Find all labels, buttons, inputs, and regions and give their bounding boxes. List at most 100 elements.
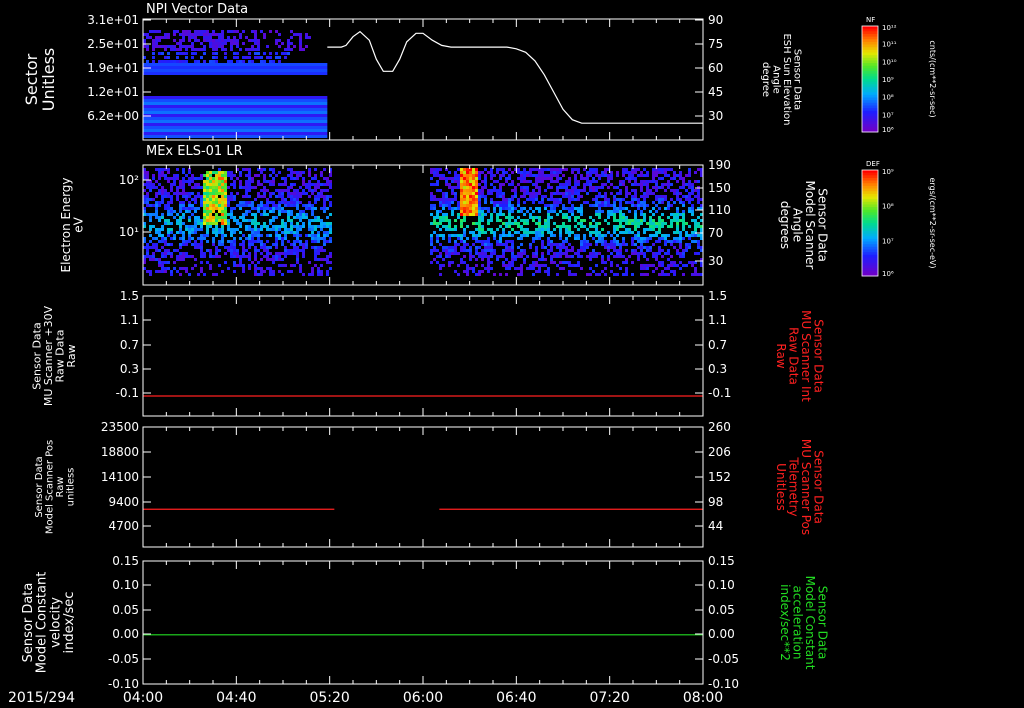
- heatmap-cell: [445, 183, 448, 186]
- heatmap-cell: [161, 201, 164, 204]
- heatmap-cell: [505, 264, 508, 267]
- heatmap-cell: [215, 228, 218, 231]
- heatmap-cell: [293, 249, 296, 252]
- heatmap-cell: [224, 207, 227, 210]
- heatmap-cell: [568, 255, 571, 258]
- heatmap-cell: [529, 246, 532, 249]
- heatmap-cell: [523, 219, 526, 222]
- heatmap-cell: [197, 219, 200, 222]
- heatmap-cell: [251, 30, 254, 33]
- heatmap-cell: [442, 174, 445, 177]
- heatmap-cell: [463, 246, 466, 249]
- heatmap-cell: [631, 189, 634, 192]
- heatmap-cell: [553, 180, 556, 183]
- heatmap-cell: [475, 264, 478, 267]
- heatmap-cell: [155, 213, 158, 216]
- heatmap-cell: [251, 234, 254, 237]
- heatmap-cell: [679, 171, 682, 174]
- heatmap-cell: [176, 198, 179, 201]
- heatmap-cell: [499, 243, 502, 246]
- heatmap-cell: [242, 201, 245, 204]
- heatmap-cell: [550, 171, 553, 174]
- heatmap-cell: [610, 261, 613, 264]
- heatmap-cell: [269, 30, 272, 33]
- heatmap-cell: [293, 216, 296, 219]
- heatmap-cell: [248, 48, 251, 51]
- heatmap-cell: [155, 237, 158, 240]
- heatmap-cell: [517, 198, 520, 201]
- heatmap-cell: [595, 198, 598, 201]
- heatmap-cell: [218, 186, 221, 189]
- heatmap-cell: [595, 180, 598, 183]
- heatmap-cell: [275, 246, 278, 249]
- heatmap-cell: [694, 228, 697, 231]
- heatmap-cell: [535, 246, 538, 249]
- heatmap-cell: [661, 249, 664, 252]
- heatmap-cell: [442, 258, 445, 261]
- heatmap-cell: [481, 231, 484, 234]
- heatmap-cell: [589, 168, 592, 171]
- heatmap-cell: [281, 258, 284, 261]
- heatmap-cell: [173, 183, 176, 186]
- heatmap-cell: [472, 198, 475, 201]
- heatmap-cell: [571, 189, 574, 192]
- heatmap-cell: [595, 186, 598, 189]
- heatmap-cell: [263, 180, 266, 183]
- heatmap-cell: [526, 189, 529, 192]
- heatmap-cell: [155, 168, 158, 171]
- heatmap-cell: [221, 42, 224, 45]
- heatmap-cell: [631, 183, 634, 186]
- heatmap-cell: [197, 273, 200, 276]
- heatmap-cell: [541, 225, 544, 228]
- heatmap-cell: [317, 219, 320, 222]
- heatmap-cell: [200, 195, 203, 198]
- heatmap-cell: [209, 36, 212, 39]
- heatmap-cell: [622, 216, 625, 219]
- heatmap-cell: [287, 210, 290, 213]
- heatmap-cell: [646, 174, 649, 177]
- heatmap-cell: [233, 36, 236, 39]
- heatmap-cell: [508, 246, 511, 249]
- heatmap-cell: [466, 177, 469, 180]
- heatmap-cell: [472, 255, 475, 258]
- heatmap-cell: [589, 180, 592, 183]
- heatmap-cell: [592, 189, 595, 192]
- heatmap-cell: [230, 60, 233, 63]
- heatmap-cell: [595, 195, 598, 198]
- heatmap-cell: [601, 228, 604, 231]
- heatmap-cell: [161, 246, 164, 249]
- heatmap-cell: [640, 186, 643, 189]
- heatmap-cell: [293, 234, 296, 237]
- heatmap-cell: [490, 231, 493, 234]
- heatmap-cell: [553, 210, 556, 213]
- heatmap-cell: [206, 225, 209, 228]
- heatmap-cell: [607, 255, 610, 258]
- heatmap-cell: [200, 261, 203, 264]
- heatmap-cell: [236, 42, 239, 45]
- heatmap-cell: [317, 231, 320, 234]
- heatmap-cell: [197, 222, 200, 225]
- heatmap-cell: [469, 249, 472, 252]
- heatmap-cell: [583, 249, 586, 252]
- heatmap-cell: [152, 177, 155, 180]
- heatmap-cell: [182, 222, 185, 225]
- heatmap-cell: [170, 177, 173, 180]
- heatmap-cell: [622, 183, 625, 186]
- heatmap-cell: [173, 174, 176, 177]
- heatmap-cell: [433, 246, 436, 249]
- heatmap-cell: [664, 168, 667, 171]
- heatmap-cell: [565, 237, 568, 240]
- heatmap-cell: [532, 198, 535, 201]
- heatmap-cell: [559, 198, 562, 201]
- heatmap-cell: [670, 219, 673, 222]
- heatmap-cell: [565, 207, 568, 210]
- heatmap-cell: [604, 168, 607, 171]
- heatmap-cell: [269, 201, 272, 204]
- heatmap-cell: [143, 66, 328, 69]
- heatmap-cell: [550, 174, 553, 177]
- heatmap-cell: [296, 177, 299, 180]
- heatmap-cell: [254, 213, 257, 216]
- heatmap-cell: [613, 231, 616, 234]
- heatmap-cell: [694, 219, 697, 222]
- heatmap-cell: [541, 252, 544, 255]
